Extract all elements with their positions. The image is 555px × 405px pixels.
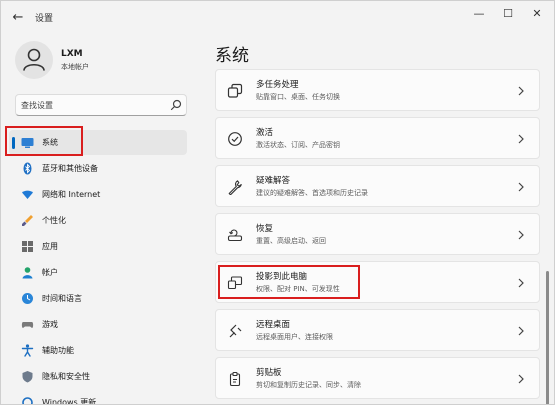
activation-icon — [228, 132, 242, 146]
highlight-box — [5, 126, 83, 156]
card-title: 远程桌面 — [256, 320, 291, 330]
chevron-right-icon — [518, 230, 524, 240]
card-subtitle: 激活状态、订阅、产品密钥 — [256, 141, 340, 149]
card-subtitle: 重置、高级启动、返回 — [256, 237, 326, 245]
sidebar-item-label: 辅助功能 — [42, 346, 74, 355]
page-title: 系统 — [215, 46, 249, 66]
settings-card-multitasking[interactable]: 多任务处理 贴靠窗口、桌面、任务切换 — [215, 69, 540, 111]
chevron-right-icon — [518, 374, 524, 384]
clipboard-icon — [229, 371, 241, 387]
apps-icon — [22, 241, 33, 252]
sidebar-item-label: 帐户 — [42, 268, 58, 277]
scrollbar[interactable] — [546, 271, 549, 404]
card-subtitle: 远程桌面用户、连接权限 — [256, 333, 333, 341]
sidebar-item-bluetooth[interactable]: 蓝牙和其他设备 — [9, 156, 187, 181]
title-bar: ← 设置 — ☐ ✕ — [1, 1, 554, 35]
card-subtitle: 建议的疑难解答、首选项和历史记录 — [256, 189, 368, 197]
recovery-icon — [227, 229, 243, 242]
highlight-box — [218, 265, 360, 299]
search-input[interactable] — [21, 98, 161, 112]
maximize-button[interactable]: ☐ — [494, 5, 522, 23]
back-button[interactable]: ← — [9, 9, 27, 27]
sidebar-item-label: 个性化 — [42, 216, 66, 225]
search-icon[interactable] — [169, 98, 183, 112]
bluetooth-icon — [23, 162, 32, 175]
app-title: 设置 — [35, 14, 54, 24]
close-button[interactable]: ✕ — [523, 5, 551, 23]
card-title: 多任务处理 — [256, 80, 299, 90]
sidebar-item-time-language[interactable]: 时间和语言 — [9, 286, 187, 311]
sidebar-item-label: 隐私和安全性 — [42, 372, 90, 381]
chevron-right-icon — [518, 326, 524, 336]
sidebar-item-label: 应用 — [42, 242, 58, 251]
sidebar-item-windows-update[interactable]: Windows 更新 — [9, 390, 187, 405]
remote-desktop-icon — [229, 324, 242, 338]
card-subtitle: 贴靠窗口、桌面、任务切换 — [256, 93, 340, 101]
card-subtitle: 剪切和复制历史记录、同步、清除 — [256, 381, 361, 389]
settings-card-troubleshoot[interactable]: 疑难解答 建议的疑难解答、首选项和历史记录 — [215, 165, 540, 207]
sidebar-item-accessibility[interactable]: 辅助功能 — [9, 338, 187, 363]
accessibility-icon — [21, 344, 34, 357]
search-box[interactable] — [15, 94, 187, 116]
game-icon — [21, 322, 34, 328]
shield-icon — [22, 371, 33, 383]
chevron-right-icon — [518, 278, 524, 288]
card-title: 激活 — [256, 128, 274, 138]
update-icon — [22, 397, 33, 404]
sidebar-item-gaming[interactable]: 游戏 — [9, 312, 187, 337]
sidebar-item-label: Windows 更新 — [42, 398, 97, 405]
avatar[interactable] — [15, 41, 53, 79]
globe-clock-icon — [22, 293, 33, 304]
wrench-icon — [228, 180, 242, 195]
minimize-button[interactable]: — — [465, 5, 493, 23]
chevron-right-icon — [518, 86, 524, 96]
person-icon — [22, 267, 33, 279]
settings-window: ← 设置 — ☐ ✕ LXM 本地帐户 系统 蓝牙和其他设 — [0, 0, 555, 405]
card-title: 恢复 — [256, 224, 274, 234]
chevron-right-icon — [518, 182, 524, 192]
sidebar-item-accounts[interactable]: 帐户 — [9, 260, 187, 285]
sidebar-item-label: 时间和语言 — [42, 294, 82, 303]
settings-card-recovery[interactable]: 恢复 重置、高级启动、返回 — [215, 213, 540, 255]
sidebar-item-apps[interactable]: 应用 — [9, 234, 187, 259]
user-name: LXM — [61, 49, 83, 59]
card-title: 剪贴板 — [256, 368, 282, 378]
sidebar-item-personalization[interactable]: 个性化 — [9, 208, 187, 233]
account-type: 本地帐户 — [61, 63, 89, 71]
sidebar-item-label: 蓝牙和其他设备 — [42, 164, 98, 173]
settings-card-clipboard[interactable]: 剪贴板 剪切和复制历史记录、同步、清除 — [215, 357, 540, 399]
card-title: 疑难解答 — [256, 176, 291, 186]
multitask-icon — [227, 83, 243, 98]
sidebar-item-label: 网络和 Internet — [42, 190, 101, 199]
person-icon — [23, 48, 45, 71]
settings-card-remote-desktop[interactable]: 远程桌面 远程桌面用户、连接权限 — [215, 309, 540, 351]
wifi-icon — [22, 190, 33, 199]
brush-icon — [22, 215, 33, 226]
sidebar-item-label: 游戏 — [42, 320, 58, 329]
sidebar-item-privacy[interactable]: 隐私和安全性 — [9, 364, 187, 389]
settings-card-activation[interactable]: 激活 激活状态、订阅、产品密钥 — [215, 117, 540, 159]
chevron-right-icon — [518, 134, 524, 144]
sidebar-item-network[interactable]: 网络和 Internet — [9, 182, 187, 207]
